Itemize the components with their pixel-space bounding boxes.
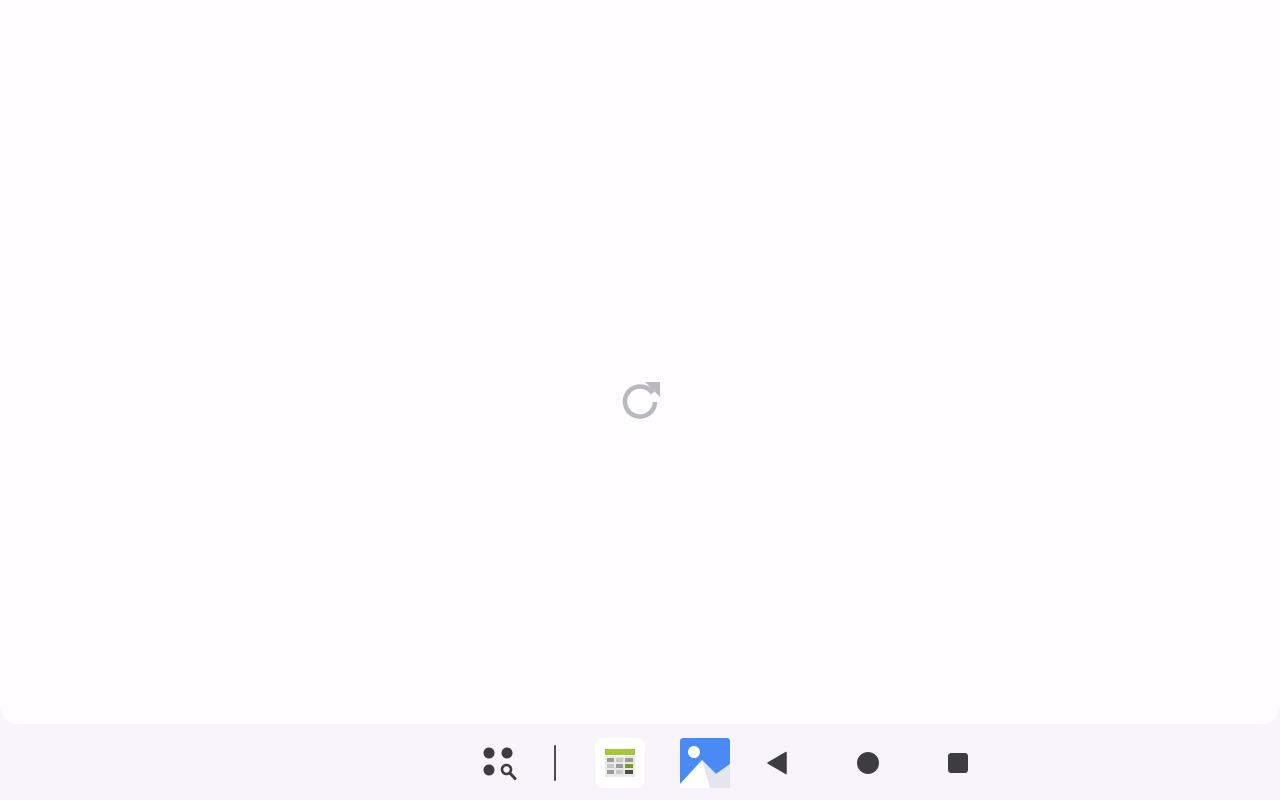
spreadsheet-app-icon [605, 749, 635, 777]
recents-square-icon [948, 753, 968, 773]
nav-home-button[interactable] [852, 748, 884, 778]
home-circle-icon [857, 752, 879, 774]
gallery-app-icon [680, 738, 730, 788]
refresh-icon [622, 382, 660, 419]
taskbar [0, 724, 1280, 800]
reload-button[interactable] [615, 375, 665, 425]
back-triangle-icon [767, 751, 787, 775]
nav-back-button[interactable] [762, 748, 794, 778]
gallery-app-button[interactable] [680, 738, 730, 788]
android-screen [0, 0, 1280, 800]
nav-recents-button[interactable] [942, 748, 974, 778]
taskbar-divider [554, 745, 556, 781]
app-content-area [0, 0, 1280, 724]
spreadsheet-app-button[interactable] [595, 738, 645, 788]
app-launcher-button[interactable] [478, 744, 522, 784]
app-launcher-search-icon [483, 747, 517, 780]
